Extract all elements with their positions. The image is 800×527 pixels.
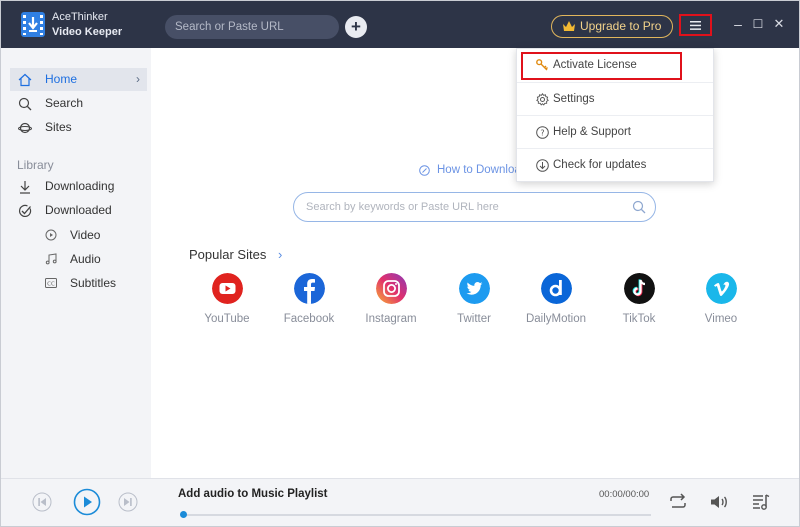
sidebar-item-video[interactable]: Video (45, 225, 100, 245)
check-circle-icon (18, 204, 32, 218)
site-instagram[interactable]: Instagram (355, 273, 427, 325)
how-to-label: How to Downloa (437, 164, 521, 176)
site-label: Instagram (365, 313, 417, 325)
home-icon (18, 73, 32, 87)
site-label: TikTok (622, 313, 656, 325)
sidebar-item-label: Sites (45, 120, 72, 134)
sidebar-item-subtitles[interactable]: CC Subtitles (45, 273, 116, 293)
playlist-icon[interactable] (751, 492, 771, 512)
progress-handle[interactable] (180, 511, 187, 518)
menu-item-label: Settings (553, 93, 595, 105)
site-youtube[interactable]: YouTube (191, 273, 263, 325)
vimeo-icon (705, 273, 737, 304)
site-tiktok[interactable]: TikTok (603, 273, 675, 325)
site-label: YouTube (204, 313, 250, 325)
sidebar-item-label: Audio (70, 252, 101, 266)
app-name-line1: AceThinker (52, 11, 108, 23)
svg-text:CC: CC (47, 281, 55, 287)
planet-icon (18, 122, 32, 134)
youtube-icon (211, 273, 243, 304)
facebook-icon (293, 273, 325, 304)
sidebar-item-downloading[interactable]: Downloading (10, 175, 147, 198)
how-to-download-link[interactable]: How to Downloa (419, 164, 521, 176)
maximize-button[interactable]: ☐ (750, 15, 766, 33)
sidebar-item-downloaded[interactable]: Downloaded (10, 199, 147, 222)
add-url-button[interactable]: + (345, 16, 367, 38)
time-readout: 00:00/00:00 (599, 489, 650, 500)
sidebar-item-label: Search (45, 96, 84, 110)
tiktok-icon (623, 273, 655, 304)
minimize-button[interactable]: – (730, 15, 746, 33)
gear-icon (536, 93, 549, 106)
popular-sites-more-button[interactable]: › (278, 247, 282, 262)
app-window: AceThinker Video Keeper Search or Paste … (0, 0, 800, 527)
sidebar-item-label: Downloaded (45, 203, 112, 217)
library-label: Library (17, 158, 54, 172)
search-icon[interactable] (632, 200, 646, 214)
sidebar: Home › Search Sites Library Downloading … (1, 48, 151, 478)
skip-previous-icon[interactable] (32, 492, 52, 512)
menu-item-label: Activate License (553, 59, 637, 71)
play-icon[interactable] (73, 488, 101, 516)
cc-icon: CC (45, 278, 57, 288)
sidebar-item-audio[interactable]: Audio (45, 249, 101, 269)
site-vimeo[interactable]: Vimeo (685, 273, 757, 325)
site-facebook[interactable]: Facebook (273, 273, 345, 325)
menu-button[interactable] (679, 14, 712, 36)
app-name: AceThinker Video Keeper (52, 11, 122, 39)
player-bar: Add audio to Music Playlist 00:00/00:00 (1, 478, 799, 526)
skip-next-icon[interactable] (118, 492, 138, 512)
progress-track[interactable] (180, 511, 651, 518)
menu-item-check-updates[interactable]: Check for updates (517, 148, 713, 181)
volume-icon[interactable] (709, 492, 729, 512)
sidebar-item-label: Downloading (45, 179, 115, 193)
site-label: Facebook (283, 313, 335, 325)
hamburger-menu-icon (690, 21, 701, 30)
main-menu-dropdown: Activate License Settings ? Help & Suppo… (516, 48, 714, 182)
site-twitter[interactable]: Twitter (438, 273, 510, 325)
plus-icon: + (351, 17, 361, 36)
track-title: Add audio to Music Playlist (178, 488, 328, 500)
menu-item-label: Check for updates (553, 159, 647, 171)
repeat-icon[interactable] (668, 492, 688, 512)
upgrade-label: Upgrade to Pro (580, 19, 662, 33)
twitter-icon (458, 273, 490, 304)
popular-sites-title: Popular Sites (189, 247, 267, 262)
site-label: Twitter (457, 313, 491, 325)
menu-item-help-support[interactable]: ? Help & Support (517, 115, 713, 148)
sidebar-item-home[interactable]: Home › (10, 68, 147, 91)
sidebar-item-label: Subtitles (70, 276, 117, 290)
svg-text:?: ? (540, 128, 544, 137)
menu-item-label: Help & Support (553, 126, 631, 138)
sidebar-item-sites[interactable]: Sites (10, 116, 147, 139)
arrow-down-circle-icon (536, 159, 549, 172)
upgrade-to-pro-button[interactable]: Upgrade to Pro (551, 15, 673, 38)
download-icon (20, 181, 30, 194)
key-icon (536, 59, 548, 71)
dailymotion-icon (540, 273, 572, 304)
search-icon (18, 97, 32, 111)
sidebar-item-label: Video (70, 228, 101, 242)
question-circle-icon: ? (536, 126, 549, 139)
instagram-icon (375, 273, 407, 304)
title-bar: AceThinker Video Keeper Search or Paste … (1, 1, 799, 48)
sidebar-item-label: Home (45, 72, 78, 86)
chevron-right-icon: › (136, 72, 140, 86)
music-note-icon (45, 253, 57, 265)
search-placeholder: Search by keywords or Paste URL here (306, 201, 499, 213)
menu-item-settings[interactable]: Settings (517, 82, 713, 115)
menu-item-activate-license[interactable]: Activate License (517, 49, 713, 82)
site-dailymotion[interactable]: DailyMotion (520, 273, 592, 325)
close-button[interactable]: ✕ (771, 15, 787, 33)
main-search-input[interactable]: Search by keywords or Paste URL here (293, 192, 656, 222)
url-search-input[interactable]: Search or Paste URL (165, 15, 339, 39)
sidebar-item-search[interactable]: Search (10, 92, 147, 115)
play-circle-icon (45, 229, 57, 241)
crown-icon (563, 21, 575, 31)
site-label: Vimeo (704, 313, 738, 325)
app-name-line2: Video Keeper (52, 26, 123, 38)
help-pencil-icon (419, 165, 430, 176)
download-film-icon (21, 12, 45, 37)
site-label: DailyMotion (525, 313, 587, 325)
